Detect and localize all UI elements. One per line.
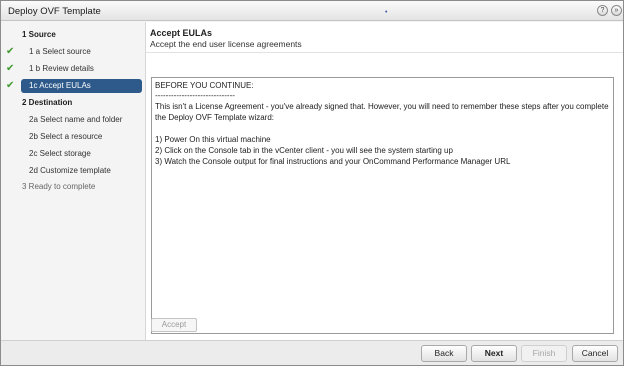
header-divider [146,52,623,53]
step-2b-select-resource[interactable]: 2b Select a resource [1,129,145,145]
step-label: 2 Destination [22,98,73,107]
deploy-ovf-dialog: Deploy OVF Template • ? » 1 Source ✔ 1 a… [0,0,624,366]
step-3-ready-to-complete: 3 Ready to complete [1,179,145,195]
page-subtitle: Accept the end user license agreements [150,39,302,49]
eula-line: 2) Click on the Console tab in the vCent… [155,146,453,155]
dialog-footer: Back Next Finish Cancel [1,340,623,365]
accept-button[interactable]: Accept [151,318,197,332]
step-2-destination: 2 Destination [1,95,145,111]
checkmark-icon: ✔ [6,63,15,74]
step-label: 2b Select a resource [29,132,103,141]
eula-line: the Deploy OVF Template wizard: [155,113,275,122]
eula-line: ------------------------------ [155,91,235,100]
page-title: Accept EULAs [150,28,213,38]
eula-line: BEFORE YOU CONTINUE: [155,81,254,90]
step-2d-customize-template[interactable]: 2d Customize template [1,163,145,179]
help-icon[interactable]: ? [597,5,608,16]
step-label: 2d Customize template [29,166,111,175]
eula-line: 1) Power On this virtual machine [155,135,271,144]
title-dot: • [385,9,388,16]
eula-text-area[interactable]: BEFORE YOU CONTINUE: -------------------… [151,77,614,334]
main-content: Accept EULAs Accept the end user license… [146,22,623,340]
step-1c-accept-eulas[interactable]: ✔ 1c Accept EULAs [1,78,145,94]
step-1a-select-source[interactable]: ✔ 1 a Select source [1,44,145,60]
wizard-steps-sidebar: 1 Source ✔ 1 a Select source ✔ 1 b Revie… [1,22,145,340]
step-1-source: 1 Source [1,27,145,43]
window-title: Deploy OVF Template [8,6,101,17]
cancel-button[interactable]: Cancel [572,345,618,362]
title-bar[interactable]: Deploy OVF Template • ? » [1,1,623,21]
step-label: 2c Select storage [29,149,91,158]
expand-icon[interactable]: » [611,5,622,16]
step-label: 1c Accept EULAs [29,81,91,90]
checkmark-icon: ✔ [6,80,15,91]
next-button[interactable]: Next [471,345,517,362]
checkmark-icon: ✔ [6,46,15,57]
step-label: 3 Ready to complete [22,182,96,191]
step-label: 1 a Select source [29,47,91,56]
step-2c-select-storage[interactable]: 2c Select storage [1,146,145,162]
step-label: 1 Source [22,30,56,39]
eula-line: This isn't a License Agreement - you've … [155,102,609,111]
back-button[interactable]: Back [421,345,467,362]
eula-line: 3) Watch the Console output for final in… [155,157,511,166]
finish-button[interactable]: Finish [521,345,567,362]
step-1b-review-details[interactable]: ✔ 1 b Review details [1,61,145,77]
step-label: 2a Select name and folder [29,115,123,124]
step-2a-select-name-folder[interactable]: 2a Select name and folder [1,112,145,128]
step-label: 1 b Review details [29,64,94,73]
